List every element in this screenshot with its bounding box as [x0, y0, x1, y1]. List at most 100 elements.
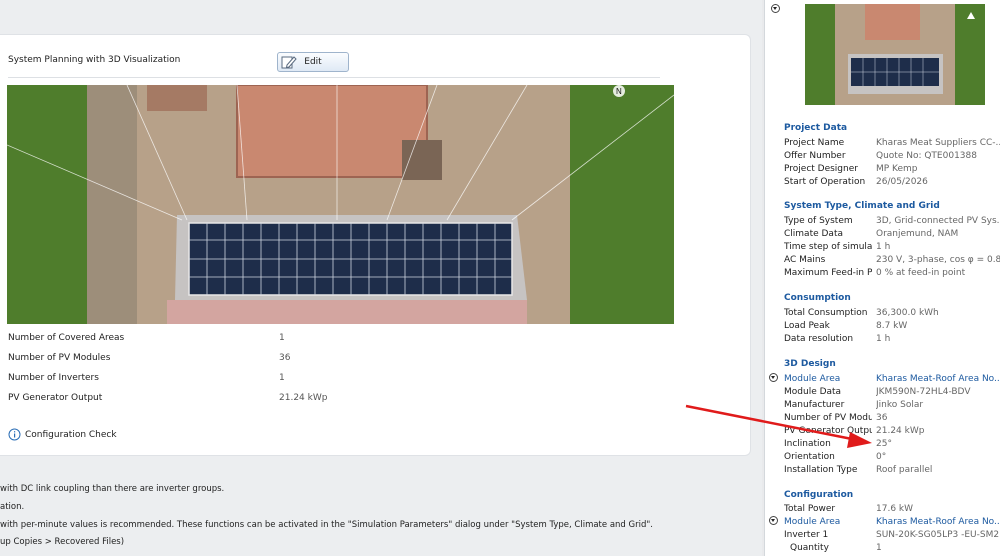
stat-value: 1 — [279, 333, 285, 343]
info-key: Total Consumption — [784, 308, 868, 318]
section-title-project-data: Project Data — [784, 123, 848, 133]
info-value: MP Kemp — [876, 164, 918, 174]
info-value: Roof parallel — [876, 465, 933, 475]
info-icon — [8, 428, 21, 441]
3d-visualization[interactable]: N — [7, 85, 674, 324]
stat-label: PV Generator Output — [8, 393, 103, 403]
info-value: 25° — [876, 439, 892, 449]
info-value: 36,300.0 kWh — [876, 308, 939, 318]
info-value: 3D, Grid-connected PV Sys... — [876, 216, 1000, 226]
3d-thumbnail[interactable] — [805, 4, 985, 105]
section-title-configuration: Configuration — [784, 490, 854, 500]
info-value: 1 — [876, 543, 882, 553]
info-key: Installation Type — [784, 465, 858, 475]
info-row: Inclination 25° — [784, 439, 1000, 452]
stat-value: 36 — [279, 353, 291, 363]
stat-value: 21.24 kWp — [279, 393, 328, 403]
section-title-system: System Type, Climate and Grid — [784, 201, 940, 211]
info-key: Inclination — [784, 439, 831, 449]
info-value: 1 h — [876, 242, 891, 252]
card-title: System Planning with 3D Visualization — [8, 55, 181, 65]
info-value: 1 h — [876, 334, 891, 344]
message-line: up Copies > Recovered Files) — [0, 537, 125, 547]
info-value: 230 V, 3-phase, cos φ = 0.8 — [876, 255, 1000, 265]
info-key: PV Generator Output — [784, 426, 872, 436]
info-row: Module Data JKM590N-72HL4-BDV — [784, 387, 1000, 400]
info-key: Total Power — [784, 504, 836, 514]
info-key: Number of PV Modu... — [784, 413, 872, 423]
info-row: Quantity 1 — [784, 543, 1000, 556]
info-key: Maximum Feed-in P... — [784, 268, 872, 278]
info-key: Manufacturer — [784, 400, 845, 410]
module-area-value: Kharas Meat-Roof Area No... — [876, 517, 1000, 527]
info-value: 26/05/2026 — [876, 177, 928, 187]
info-key: Project Designer — [784, 164, 858, 174]
info-row: Inverter 1 SUN-20K-SG05LP3 -EU-SM2 — [784, 530, 1000, 543]
info-value: SUN-20K-SG05LP3 -EU-SM2 — [876, 530, 1000, 540]
info-key: Offer Number — [784, 151, 846, 161]
info-value: 0° — [876, 452, 887, 462]
info-value: 21.24 kWp — [876, 426, 925, 436]
info-row: Time step of simula... 1 h — [784, 242, 1000, 255]
info-row: Project Name Kharas Meat Suppliers CC-... — [784, 138, 1000, 151]
north-label: N — [616, 87, 622, 96]
stat-row: PV Generator Output 21.24 kWp — [8, 393, 408, 407]
info-row: Data resolution 1 h — [784, 334, 1000, 347]
module-area-row[interactable]: Module Area Kharas Meat-Roof Area No... — [784, 374, 1000, 387]
module-area-value: Kharas Meat-Roof Area No... — [876, 374, 1000, 384]
info-row: Type of System 3D, Grid-connected PV Sys.… — [784, 216, 1000, 229]
stat-value: 1 — [279, 373, 285, 383]
expand-config-module-area-icon[interactable] — [769, 516, 778, 525]
module-area-label: Module Area — [784, 517, 841, 527]
message-line: with per-minute values is recommended. T… — [0, 520, 653, 530]
info-value: Quote No: QTE001388 — [876, 151, 977, 161]
info-key: Project Name — [784, 138, 845, 148]
info-value: 17.6 kW — [876, 504, 914, 514]
info-row: PV Generator Output 21.24 kWp — [784, 426, 1000, 439]
info-key: Data resolution — [784, 334, 854, 344]
info-row: Offer Number Quote No: QTE001388 — [784, 151, 1000, 164]
info-key: Climate Data — [784, 229, 843, 239]
message-line: ation. — [0, 502, 25, 512]
stat-row: Number of Covered Areas 1 — [8, 333, 408, 347]
project-summary-panel: Project Data Project Name Kharas Meat Sup… — [764, 0, 1000, 556]
info-row: Number of PV Modu... 36 — [784, 413, 1000, 426]
info-row: Total Power 17.6 kW — [784, 504, 1000, 517]
info-value: JKM590N-72HL4-BDV — [876, 387, 971, 397]
info-row: Installation Type Roof parallel — [784, 465, 1000, 478]
stat-label: Number of Inverters — [8, 373, 99, 383]
info-value: Oranjemund, NAM — [876, 229, 959, 239]
info-key: Type of System — [784, 216, 853, 226]
info-value: 0 % at feed-in point — [876, 268, 966, 278]
info-key: AC Mains — [784, 255, 826, 265]
north-indicator: N — [613, 85, 625, 97]
system-planning-card: System Planning with 3D Visualization Ed… — [0, 34, 751, 456]
main-area: System Planning with 3D Visualization Ed… — [0, 0, 762, 556]
module-area-label: Module Area — [784, 374, 841, 384]
module-area-row[interactable]: Module Area Kharas Meat-Roof Area No... — [784, 517, 1000, 530]
info-value: 8.7 kW — [876, 321, 908, 331]
stat-label: Number of Covered Areas — [8, 333, 125, 343]
pv-array — [188, 222, 513, 296]
info-value: Jinko Solar — [876, 400, 924, 410]
info-row: Manufacturer Jinko Solar — [784, 400, 1000, 413]
info-key: Module Data — [784, 387, 842, 397]
collapse-toggle-icon[interactable] — [771, 4, 780, 13]
section-title-3d-design: 3D Design — [784, 359, 836, 369]
info-key: Inverter 1 — [784, 530, 829, 540]
stat-row: Number of Inverters 1 — [8, 373, 408, 387]
info-key: Time step of simula... — [784, 242, 872, 252]
expand-module-area-icon[interactable] — [769, 373, 778, 382]
info-key: Orientation — [784, 452, 835, 462]
info-row: Start of Operation 26/05/2026 — [784, 177, 1000, 190]
info-row: Maximum Feed-in P... 0 % at feed-in point — [784, 268, 1000, 281]
info-value: 36 — [876, 413, 888, 423]
info-row: Project Designer MP Kemp — [784, 164, 1000, 177]
stat-label: Number of PV Modules — [8, 353, 111, 363]
info-row: AC Mains 230 V, 3-phase, cos φ = 0.8 — [784, 255, 1000, 268]
edit-button-label: Edit — [304, 57, 322, 67]
edit-button[interactable]: Edit — [277, 52, 349, 72]
message-line: with DC link coupling than there are inv… — [0, 484, 225, 494]
info-row: Total Consumption 36,300.0 kWh — [784, 308, 1000, 321]
configuration-check-label: Configuration Check — [25, 430, 117, 440]
